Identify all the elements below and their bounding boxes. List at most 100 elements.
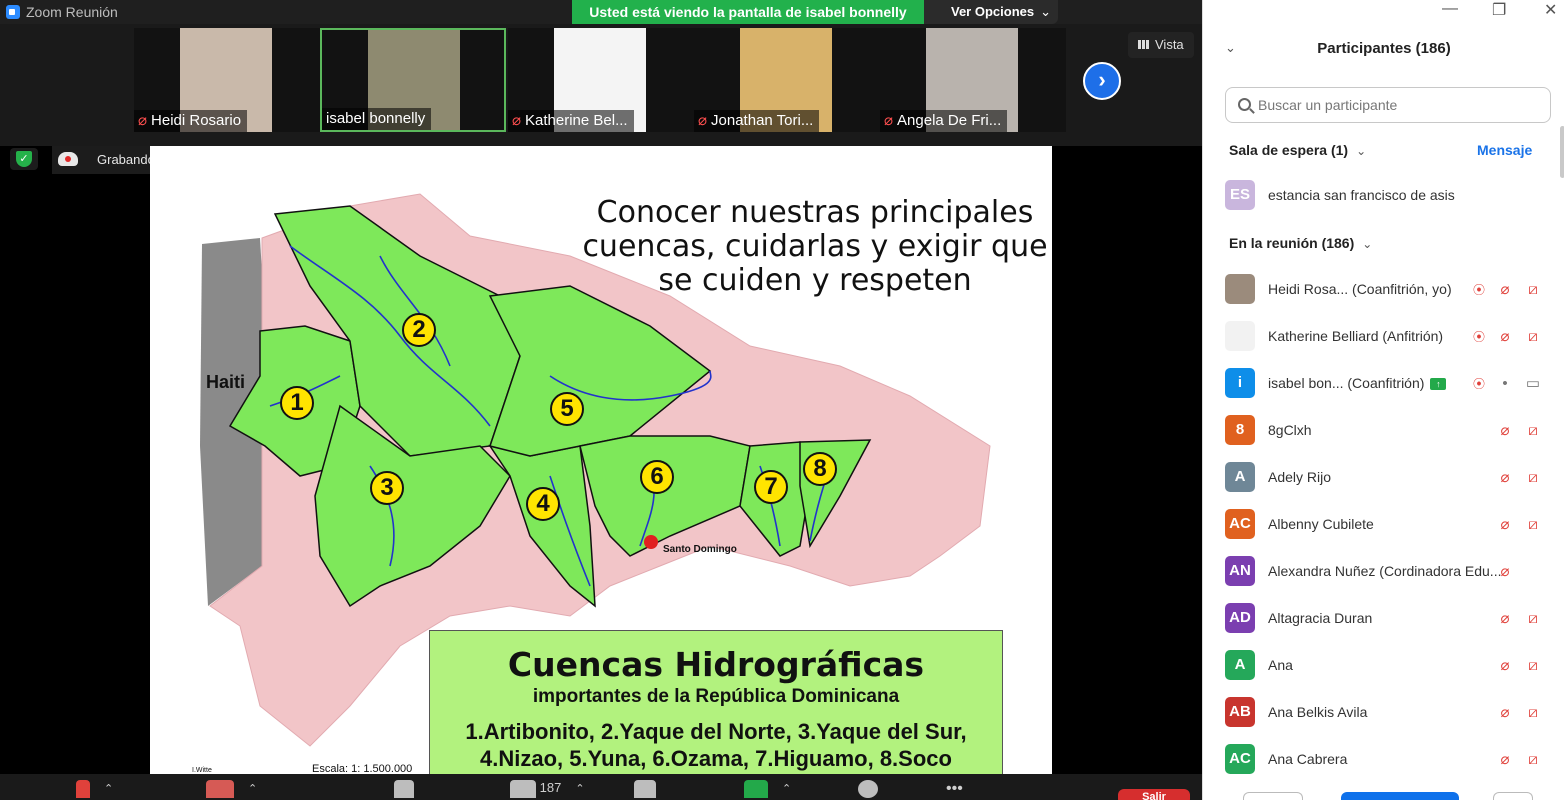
zoom-app: Zoom Reunión Usted está viendo la pantal… bbox=[0, 0, 1564, 800]
legend-subtitle: importantes de la República Dominicana bbox=[532, 686, 900, 707]
meeting-toolbar: ⌃ ⌃ 187 ⌃ ⌃ ••• bbox=[0, 774, 1202, 800]
video-tile[interactable]: ⌀ Katherine Bel... bbox=[508, 28, 694, 132]
microphone-icon: • bbox=[1502, 375, 1508, 392]
participant-row[interactable]: Heidi Rosa... (Coanfitrión, yo) ⦿ ⌀ ⧄ bbox=[1203, 270, 1558, 310]
microphone-muted-icon: ⌀ bbox=[512, 112, 522, 129]
window-title: Zoom Reunión bbox=[26, 4, 118, 20]
microphone-muted-icon: ⌀ bbox=[1500, 516, 1510, 533]
mute-button[interactable]: ⌃ bbox=[76, 780, 113, 800]
participant-row[interactable]: AN Alexandra Nuñez (Cordinadora Edu... ⌀ bbox=[1203, 552, 1558, 592]
participant-row[interactable]: A Ana ⌀ ⧄ bbox=[1203, 646, 1558, 686]
participant-row[interactable]: AD Altagracia Duran ⌀ ⧄ bbox=[1203, 599, 1558, 639]
waiting-room-label: Sala de espera (1) bbox=[1229, 142, 1349, 158]
avatar: AC bbox=[1225, 744, 1255, 774]
participant-row[interactable]: Katherine Belliard (Anfitrión) ⦿ ⌀ ⧄ bbox=[1203, 317, 1558, 357]
close-icon[interactable]: ✕ bbox=[1544, 0, 1557, 20]
participant-name-text: Altagracia Duran bbox=[1268, 610, 1373, 626]
basins-legend: Cuencas Hidrográficas importantes de la … bbox=[429, 630, 1003, 774]
legend-line: 4.Nizao, 5.Yuna, 6.Ozama, 7.Higuamo, 8.S… bbox=[480, 746, 952, 771]
chevron-up-icon[interactable]: ⌃ bbox=[104, 783, 113, 795]
restore-icon[interactable]: ❐ bbox=[1492, 0, 1506, 20]
avatar: AB bbox=[1225, 697, 1255, 727]
minimize-icon[interactable]: — bbox=[1442, 0, 1458, 18]
chat-button[interactable] bbox=[634, 780, 656, 800]
video-strip: ⌀ Heidi Rosario isabel bonnelly ⌀ Katherine … bbox=[0, 24, 1202, 146]
waiting-room-header[interactable]: Sala de espera (1) ⌄ bbox=[1229, 142, 1366, 158]
shared-screen-slide: Conocer nuestras principales cuencas, cu… bbox=[150, 146, 1052, 774]
video-tile[interactable]: ⌀ Heidi Rosario bbox=[134, 28, 320, 132]
capital-label: Santo Domingo bbox=[663, 544, 737, 555]
participant-row[interactable]: 8 8gClxh ⌀ ⧄ bbox=[1203, 411, 1558, 451]
start-video-button[interactable]: ⌃ bbox=[206, 780, 257, 800]
participant-name-text: Ana Belkis Avila bbox=[1268, 704, 1368, 720]
view-layout-button[interactable]: Vista bbox=[1128, 32, 1194, 58]
in-meeting-header[interactable]: En la reunión (186) ⌄ bbox=[1229, 235, 1372, 251]
video-tile[interactable]: isabel bonnelly bbox=[320, 28, 506, 132]
video-tile[interactable]: ⌀ Angela De Fri... bbox=[880, 28, 1066, 132]
microphone-muted-icon: ⌀ bbox=[138, 112, 148, 129]
panel-footer-buttons bbox=[1243, 792, 1543, 800]
share-screen-button[interactable]: ⌃ bbox=[744, 780, 791, 800]
avatar: 8 bbox=[1225, 415, 1255, 445]
camera-off-icon: ⧄ bbox=[1528, 469, 1538, 486]
basin-number-1: 1 bbox=[280, 386, 314, 420]
chevron-up-icon[interactable]: ⌃ bbox=[248, 783, 257, 795]
participant-row[interactable]: A Adely Rijo ⌀ ⧄ bbox=[1203, 458, 1558, 498]
invite-button[interactable] bbox=[1243, 792, 1303, 800]
more-button[interactable]: ••• bbox=[946, 780, 963, 800]
camera-off-icon bbox=[206, 780, 234, 798]
view-options-button[interactable]: Ver Opciones ⌄ bbox=[924, 0, 1058, 24]
video-tile-name: Jonathan Tori... bbox=[711, 112, 814, 129]
security-button[interactable] bbox=[394, 780, 414, 800]
participant-name-text: estancia san francisco de asis bbox=[1268, 187, 1455, 203]
microphone-muted-icon: ⌀ bbox=[1500, 328, 1510, 345]
participant-row[interactable]: ES estancia san francisco de asis bbox=[1203, 176, 1558, 216]
participant-search[interactable] bbox=[1225, 87, 1551, 123]
search-input[interactable] bbox=[1258, 94, 1538, 116]
participant-name: Katherine Belliard (Anfitrión) bbox=[1268, 328, 1443, 344]
avatar: ES bbox=[1225, 180, 1255, 210]
avatar: A bbox=[1225, 462, 1255, 492]
participant-name-text: Alexandra Nuñez (Cordinadora Edu... bbox=[1268, 563, 1502, 579]
participant-row[interactable]: AC Albenny Cubilete ⌀ ⧄ bbox=[1203, 505, 1558, 545]
grid-icon bbox=[1138, 40, 1149, 49]
video-tile-namebar: ⌀ Angela De Fri... bbox=[880, 110, 1008, 132]
slide-title-line: Conocer nuestras principales bbox=[596, 195, 1034, 230]
basin-number-2: 2 bbox=[402, 313, 436, 347]
camera-off-icon: ⧄ bbox=[1528, 281, 1538, 298]
screen-share-banner: Usted está viendo la pantalla de isabel … bbox=[572, 0, 924, 24]
participants-panel: — ❐ ✕ ⌄ Participantes (186) Sala de espe… bbox=[1202, 0, 1564, 800]
slide-title-line: cuencas, cuidarlas y exigir que bbox=[582, 229, 1048, 264]
leave-button[interactable]: Salir bbox=[1118, 789, 1190, 800]
participant-row[interactable]: AC Ana Cabrera ⌀ ⧄ bbox=[1203, 740, 1558, 780]
more-options-button[interactable] bbox=[1493, 792, 1533, 800]
message-button[interactable]: Mensaje bbox=[1477, 142, 1532, 158]
camera-off-icon: ⧄ bbox=[1528, 610, 1538, 627]
participants-button[interactable]: 187 ⌃ bbox=[510, 780, 585, 800]
window-controls: — ❐ ✕ bbox=[1414, 0, 1564, 24]
participant-name: isabel bon... (Coanfitrión) ↑ bbox=[1268, 375, 1447, 391]
panel-title: Participantes (186) bbox=[1317, 40, 1451, 57]
avatar: AC bbox=[1225, 509, 1255, 539]
microphone-muted-icon: ⌀ bbox=[1500, 469, 1510, 486]
scrollbar[interactable] bbox=[1560, 126, 1564, 178]
participant-row[interactable]: AB Ana Belkis Avila ⌀ ⧄ bbox=[1203, 693, 1558, 733]
mute-all-button[interactable] bbox=[1341, 792, 1459, 800]
encryption-indicator[interactable]: ✓ bbox=[10, 148, 38, 170]
participant-name-text: Albenny Cubilete bbox=[1268, 516, 1374, 532]
meeting-window: Zoom Reunión Usted está viendo la pantal… bbox=[0, 0, 1202, 800]
reactions-button[interactable] bbox=[858, 780, 878, 800]
basin-number-4: 4 bbox=[526, 487, 560, 521]
capital-marker bbox=[644, 535, 658, 549]
participant-name: Ana bbox=[1268, 657, 1293, 673]
participant-name-text: Katherine Belliard (Anfitrión) bbox=[1268, 328, 1444, 344]
participant-name: Ana Belkis Avila bbox=[1268, 704, 1367, 720]
microphone-muted-icon bbox=[76, 780, 90, 798]
microphone-muted-icon: ⌀ bbox=[1500, 422, 1510, 439]
next-page-button[interactable]: › bbox=[1083, 62, 1121, 100]
chevron-down-icon: ⌄ bbox=[1356, 144, 1367, 158]
video-tile[interactable]: ⌀ Jonathan Tori... bbox=[694, 28, 880, 132]
participant-row[interactable]: i isabel bon... (Coanfitrión) ↑ ⦿ • ▭ bbox=[1203, 364, 1558, 404]
chevron-up-icon[interactable]: ⌃ bbox=[575, 783, 584, 795]
chevron-up-icon[interactable]: ⌃ bbox=[782, 783, 791, 795]
